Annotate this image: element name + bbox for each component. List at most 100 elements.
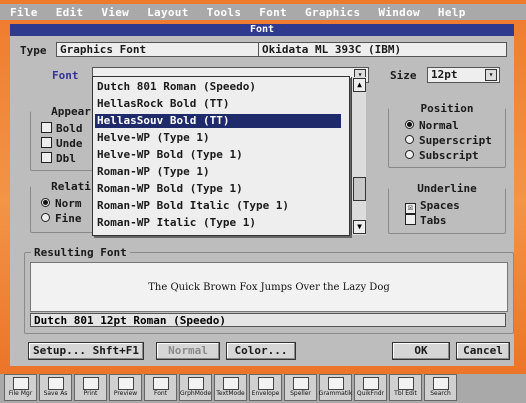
graphics-mode-button[interactable]: GrphMode [179, 374, 212, 401]
font-option-roman-wp-italic[interactable]: Roman-WP Italic (Type 1) [97, 216, 256, 230]
menu-window[interactable]: Window [378, 6, 420, 19]
font-option-roman-wp-bold-italic[interactable]: Roman-WP Bold Italic (Type 1) [97, 199, 289, 213]
save-as-button[interactable]: Save As [39, 374, 72, 401]
underline-checkbox[interactable] [41, 137, 52, 148]
double-underline-option[interactable]: Dbl [41, 152, 76, 165]
menu-bar: File Edit View Layout Tools Font Graphic… [0, 4, 526, 20]
menu-layout[interactable]: Layout [147, 6, 189, 19]
window-frame: File Edit View Layout Tools Font Graphic… [0, 0, 526, 403]
superscript-option[interactable]: Superscript [405, 134, 492, 147]
underline-label: Unde [56, 137, 83, 150]
text-mode-button[interactable]: TextMode [214, 374, 247, 401]
button-bar: File Mgr Save As Print Preview Font Grph… [0, 374, 526, 403]
font-option-helve-wp-bold[interactable]: Helve-WP Bold (Type 1) [97, 148, 243, 162]
font-dialog: Type Graphics Font Okidata ML 393C (IBM)… [10, 36, 514, 366]
text-mode-icon [222, 377, 239, 390]
menu-file[interactable]: File [10, 6, 38, 19]
speller-button[interactable]: Speller [284, 374, 317, 401]
menu-font[interactable]: Font [259, 6, 287, 19]
table-edit-label: Tbl Edit [394, 390, 417, 397]
print-label: Print [83, 390, 98, 397]
graphics-mode-label: GrphMode [179, 390, 212, 397]
type-label: Type [20, 44, 47, 57]
printer-field: Okidata ML 393C (IBM) [258, 42, 507, 57]
quickfinder-button[interactable]: QuikFndr [354, 374, 387, 401]
envelope-icon [257, 377, 274, 390]
font-option-hellasrock-bold[interactable]: HellasRock Bold (TT) [97, 97, 229, 111]
menu-view[interactable]: View [101, 6, 129, 19]
relative-fine-option[interactable]: Fine [41, 212, 82, 225]
position-title: Position [389, 102, 505, 115]
underline-spaces-option[interactable]: ☒ Spaces [405, 199, 460, 214]
font-button[interactable]: Font [144, 374, 177, 401]
underline-option[interactable]: Unde [41, 137, 83, 150]
font-list-scrollbar[interactable]: ▲ ▼ [351, 77, 366, 235]
grammatik-button[interactable]: Grammatik [319, 374, 352, 401]
envelope-button[interactable]: Envelope [249, 374, 282, 401]
table-icon [397, 377, 414, 390]
underline-spaces-label: Spaces [420, 199, 460, 212]
preview-text: The Quick Brown Fox Jumps Over the Lazy … [148, 281, 390, 293]
relative-normal-radio[interactable] [41, 198, 50, 207]
font-preview: The Quick Brown Fox Jumps Over the Lazy … [30, 262, 508, 312]
save-as-label: Save As [43, 390, 68, 397]
speller-icon [292, 377, 309, 390]
underline-title: Underline [389, 182, 505, 195]
resulting-font-name: Dutch 801 12pt Roman (Speedo) [30, 313, 506, 327]
font-option-dutch-801-roman[interactable]: Dutch 801 Roman (Speedo) [97, 80, 256, 94]
search-button[interactable]: Search [424, 374, 457, 401]
menu-graphics[interactable]: Graphics [305, 6, 360, 19]
position-normal-option[interactable]: Normal [405, 119, 459, 132]
size-label: Size [390, 69, 417, 82]
type-field[interactable]: Graphics Font [56, 42, 261, 57]
scroll-up-arrow-icon[interactable]: ▲ [353, 78, 366, 92]
graphics-mode-icon [187, 377, 204, 390]
scroll-down-arrow-icon[interactable]: ▼ [353, 220, 366, 234]
color-button[interactable]: Color... [226, 342, 296, 360]
menu-help[interactable]: Help [438, 6, 466, 19]
setup-button[interactable]: Setup... Shft+F1 [28, 342, 144, 360]
relative-normal-label: Norm [55, 197, 82, 210]
subscript-radio[interactable] [405, 150, 414, 159]
font-option-roman-wp-bold[interactable]: Roman-WP Bold (Type 1) [97, 182, 243, 196]
scroll-thumb[interactable] [353, 177, 366, 201]
size-field[interactable]: 12pt ▾ [427, 67, 500, 83]
superscript-label: Superscript [419, 134, 492, 147]
font-dropdown-list[interactable]: Dutch 801 Roman (Speedo) HellasRock Bold… [92, 76, 366, 236]
file-manager-label: File Mgr [8, 390, 33, 397]
subscript-option[interactable]: Subscript [405, 149, 479, 162]
bold-checkbox[interactable] [41, 122, 52, 133]
ok-button[interactable]: OK [392, 342, 450, 360]
underline-tabs-checkbox[interactable] [405, 214, 416, 225]
dialog-title: Font [10, 24, 514, 36]
underline-spaces-checkbox[interactable]: ☒ [405, 203, 416, 214]
font-bb-label: Font [153, 390, 168, 397]
preview-button[interactable]: Preview [109, 374, 142, 401]
double-underline-checkbox[interactable] [41, 152, 52, 163]
bold-label: Bold [56, 122, 83, 135]
underline-group: Underline ☒ Spaces Tabs [388, 182, 506, 234]
position-normal-radio[interactable] [405, 120, 414, 129]
normal-button[interactable]: Normal [156, 342, 220, 360]
menu-tools[interactable]: Tools [207, 6, 242, 19]
relative-normal-option[interactable]: Norm [41, 197, 82, 210]
preview-label: Preview [113, 390, 138, 397]
relative-fine-label: Fine [55, 212, 82, 225]
bold-option[interactable]: Bold [41, 122, 83, 135]
font-option-roman-wp[interactable]: Roman-WP (Type 1) [97, 165, 210, 179]
search-icon [432, 377, 449, 390]
size-dropdown-arrow-icon[interactable]: ▾ [485, 69, 497, 81]
font-option-helve-wp[interactable]: Helve-WP (Type 1) [97, 131, 210, 145]
subscript-label: Subscript [419, 149, 479, 162]
menu-edit[interactable]: Edit [56, 6, 84, 19]
quickfinder-icon [362, 377, 379, 390]
print-button[interactable]: Print [74, 374, 107, 401]
size-field-value: 12pt [431, 68, 458, 81]
file-manager-button[interactable]: File Mgr [4, 374, 37, 401]
underline-tabs-option[interactable]: Tabs [405, 214, 447, 227]
table-edit-button[interactable]: Tbl Edit [389, 374, 422, 401]
cancel-button[interactable]: Cancel [456, 342, 510, 360]
superscript-radio[interactable] [405, 135, 414, 144]
font-option-hellassouv-bold[interactable]: HellasSouv Bold (TT) [95, 114, 341, 128]
relative-fine-radio[interactable] [41, 213, 50, 222]
